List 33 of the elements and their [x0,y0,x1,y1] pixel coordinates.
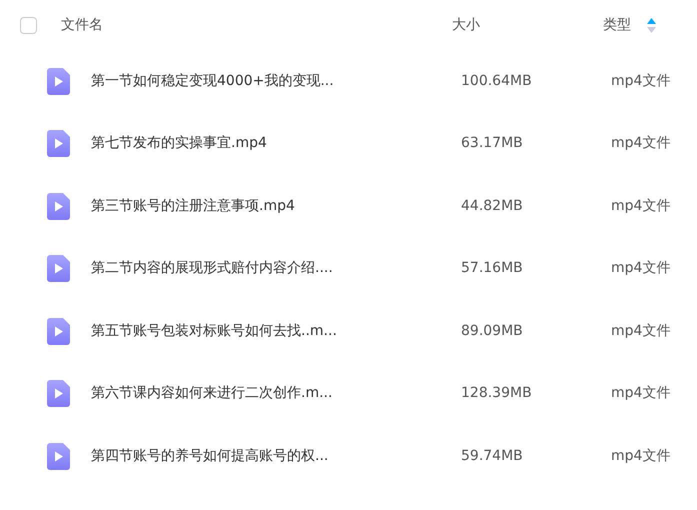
file-name[interactable]: 第三节账号的注册注意事项.mp4 [91,196,461,217]
file-type: mp4文件 [611,385,670,402]
file-size: 128.39MB [461,385,532,402]
file-name[interactable]: 第一节如何稳定变现4000+我的变现... [91,70,461,92]
file-type: mp4文件 [611,72,670,89]
file-name[interactable]: 第二节内容的展现形式赔付内容介绍.... [91,258,461,280]
file-type: mp4文件 [611,135,670,152]
file-type: mp4文件 [611,198,670,214]
video-file-icon [47,442,70,470]
video-file-icon [47,255,70,282]
file-name[interactable]: 第七节发布的实操事宜.mp4 [91,133,461,154]
column-header[interactable]: 类型 [603,14,631,36]
video-file-icon [47,192,70,220]
file-name[interactable]: 第六节课内容如何来进行二次创作.m... [91,383,461,404]
select-all-checkbox[interactable] [20,16,37,34]
file-size: 59.74MB [461,448,523,464]
file-size: 44.82MB [461,198,523,214]
file-size: 57.16MB [461,260,523,276]
column-header[interactable]: 文件名 [61,14,103,36]
column-header[interactable]: 大小 [452,14,480,36]
file-type: mp4文件 [611,260,670,276]
file-size: 100.64MB [461,72,532,89]
video-file-icon [47,380,70,408]
video-file-icon [47,68,70,95]
file-size: 89.09MB [461,322,523,339]
file-size: 63.17MB [461,135,523,152]
video-file-icon [47,318,70,345]
video-file-icon [47,130,70,158]
file-type: mp4文件 [611,322,670,339]
file-name[interactable]: 第四节账号的养号如何提高账号的权... [91,446,461,467]
sort-icon[interactable] [647,18,656,32]
file-type: mp4文件 [611,448,670,464]
file-name[interactable]: 第五节账号包装对标账号如何去找..m... [91,320,461,342]
